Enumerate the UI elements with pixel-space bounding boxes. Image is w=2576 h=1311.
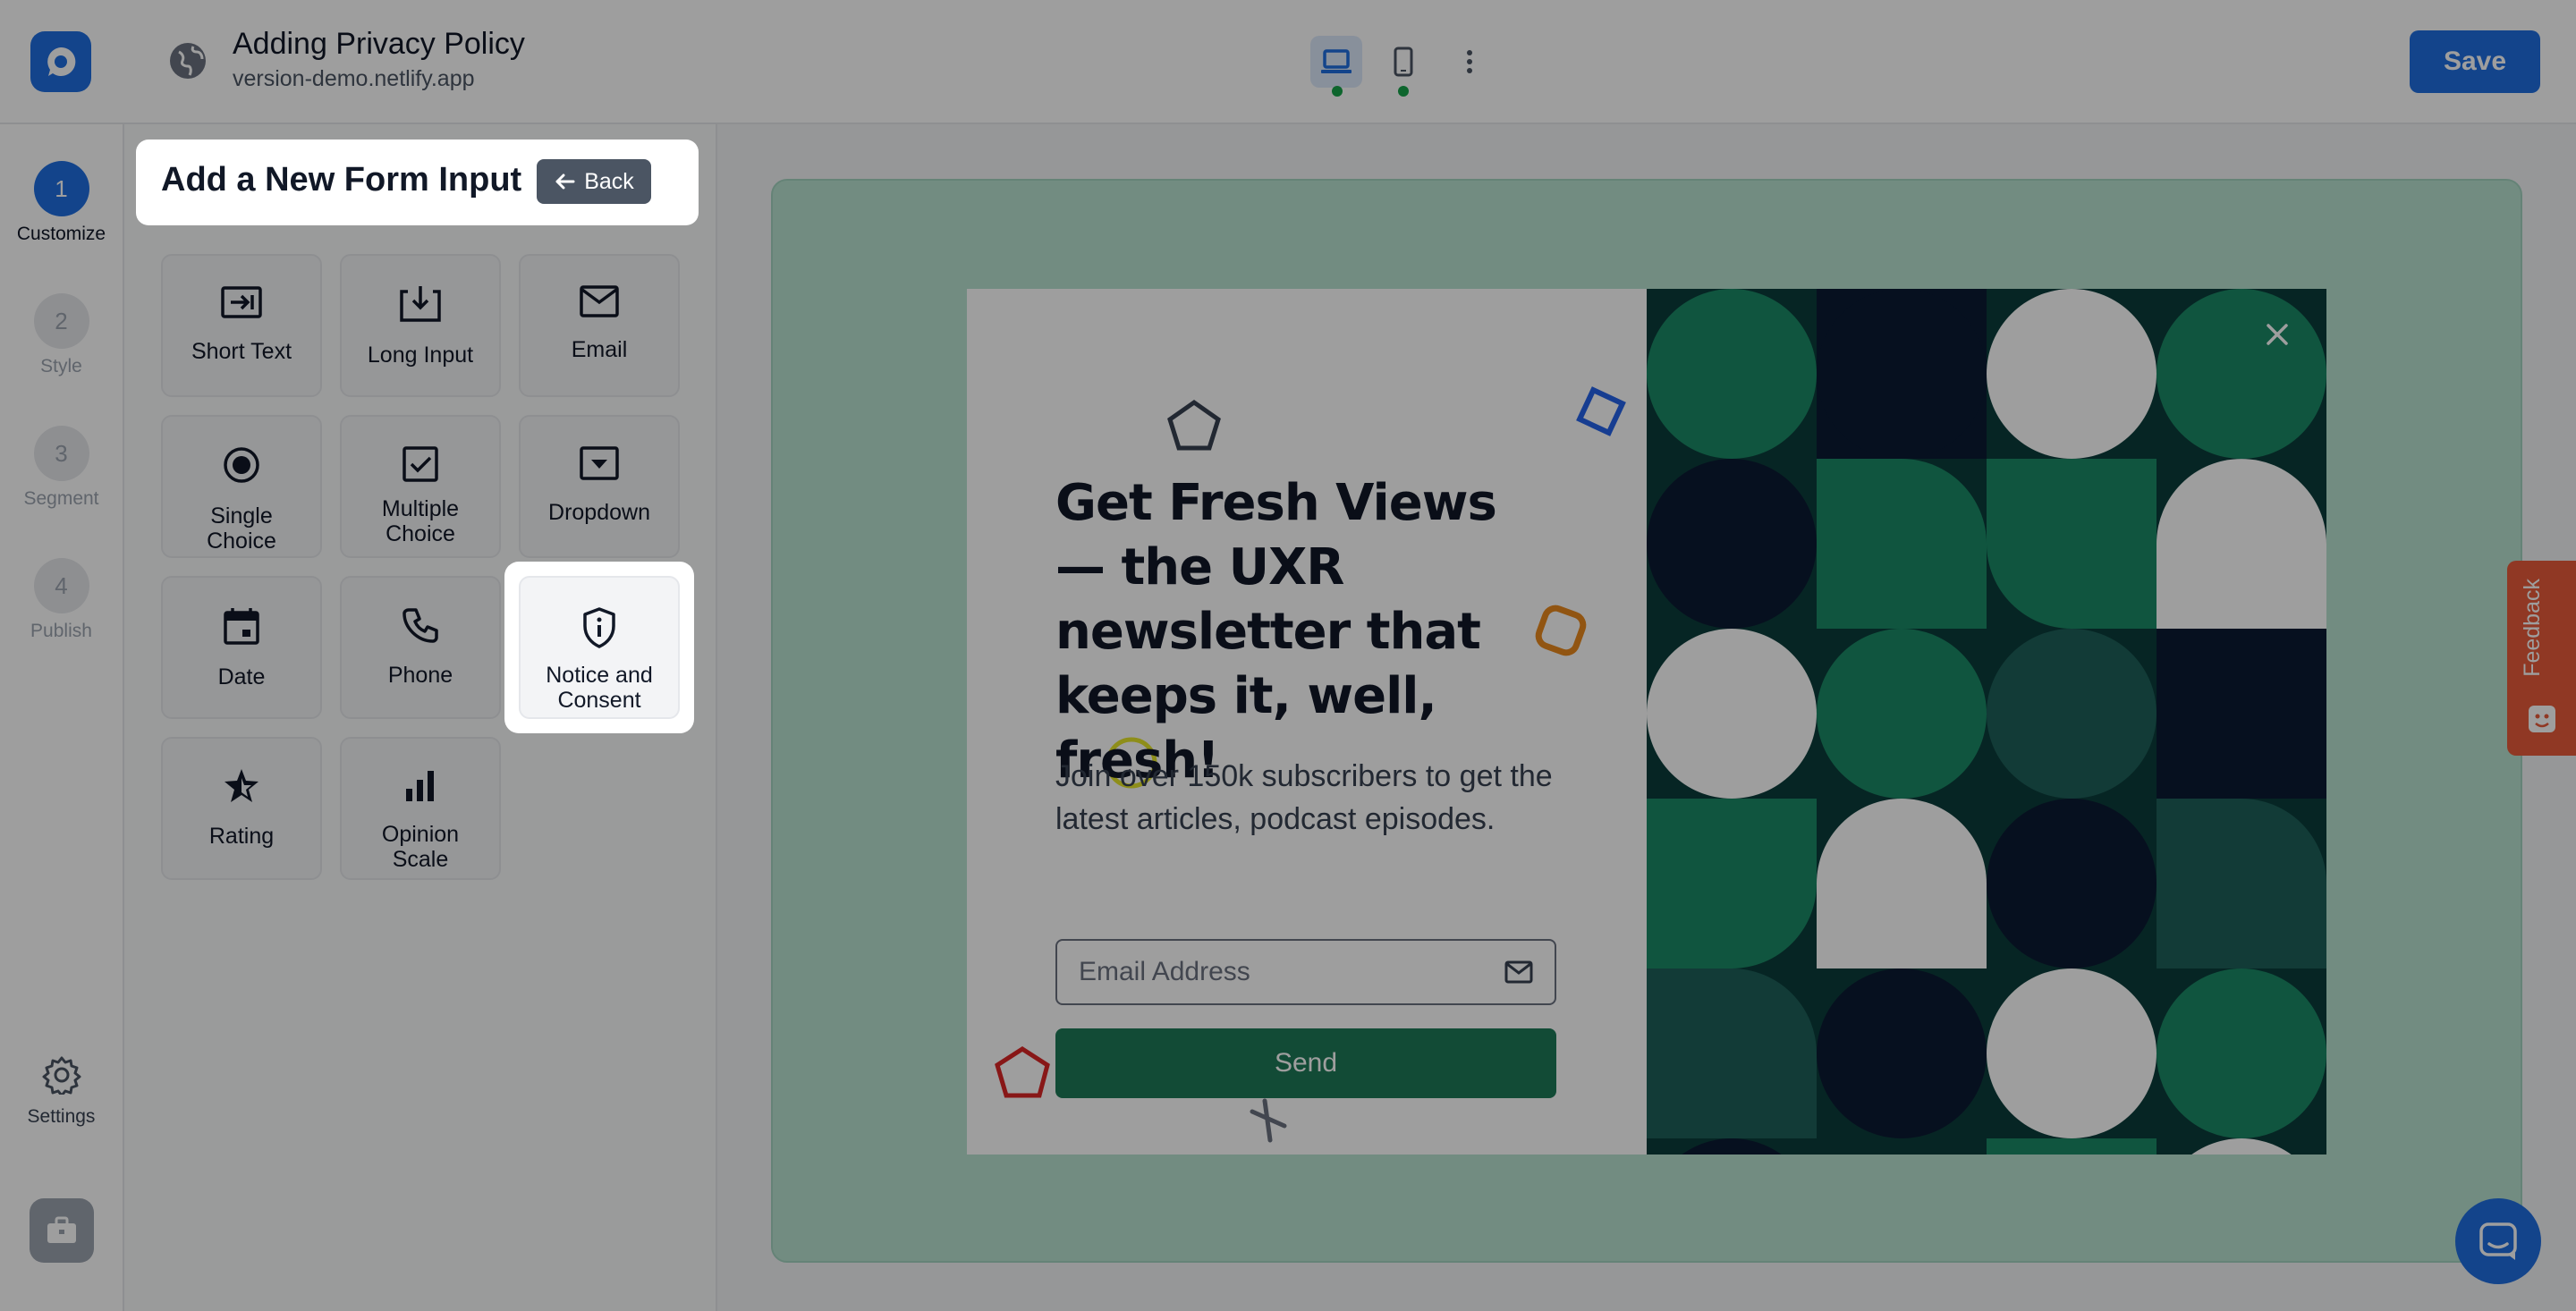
step-number: 4 bbox=[33, 558, 89, 613]
input-tile-single-choice[interactable]: Single Choice bbox=[161, 415, 322, 558]
panel-title: Add a New Form Input bbox=[161, 161, 522, 199]
desktop-status-dot bbox=[1332, 86, 1343, 97]
input-tile-label: Email bbox=[571, 337, 628, 362]
phone-device-icon bbox=[1394, 47, 1413, 77]
input-tile-label: Dropdown bbox=[548, 500, 650, 525]
input-tile-label: Notice and Consent bbox=[546, 663, 653, 713]
gear-icon bbox=[42, 1056, 80, 1097]
workspace-button[interactable] bbox=[30, 1198, 94, 1263]
input-tile-phone[interactable]: Phone bbox=[340, 576, 501, 719]
settings-label: Settings bbox=[27, 1106, 96, 1127]
red-pentagon-decoration-icon bbox=[995, 1046, 1050, 1098]
input-tile-date[interactable]: Date bbox=[161, 576, 322, 719]
top-bar bbox=[0, 0, 2576, 124]
phone-icon bbox=[402, 606, 439, 648]
input-tile-rating[interactable]: Rating bbox=[161, 737, 322, 880]
chat-face-icon bbox=[2529, 706, 2555, 732]
project-title: Adding Privacy Policy bbox=[233, 27, 525, 61]
chat-launcher-button[interactable] bbox=[2455, 1198, 2541, 1284]
briefcase-icon bbox=[47, 1216, 76, 1243]
bar-chart-icon bbox=[402, 767, 438, 808]
more-vertical-icon bbox=[1467, 50, 1472, 73]
back-button[interactable]: Back bbox=[537, 159, 651, 204]
email-icon bbox=[579, 284, 620, 323]
long-input-icon bbox=[399, 284, 442, 328]
pentagon-decoration-icon bbox=[1167, 399, 1221, 451]
chat-icon bbox=[2479, 1222, 2517, 1260]
input-tile-label: Rating bbox=[208, 824, 275, 849]
desktop-view-button[interactable] bbox=[1310, 36, 1362, 88]
shield-info-icon bbox=[580, 606, 618, 654]
save-button[interactable]: Save bbox=[2410, 30, 2540, 93]
more-options-button[interactable] bbox=[1444, 36, 1496, 88]
step-number: 2 bbox=[33, 293, 89, 349]
step-label: Customize bbox=[16, 224, 106, 244]
input-tile-email[interactable]: Email bbox=[519, 254, 680, 397]
dropdown-icon bbox=[579, 445, 620, 486]
back-label: Back bbox=[584, 168, 634, 194]
step-style[interactable]: 2 Style bbox=[0, 293, 123, 377]
mobile-view-button[interactable] bbox=[1377, 36, 1429, 88]
settings-button[interactable]: Settings bbox=[0, 1055, 123, 1128]
close-icon bbox=[2267, 324, 2288, 345]
step-label: Segment bbox=[23, 488, 99, 509]
checkbox-icon bbox=[402, 445, 439, 487]
input-tile-notice-and-consent[interactable]: Notice and Consent bbox=[519, 576, 680, 719]
calendar-icon bbox=[223, 606, 260, 650]
globe-icon bbox=[166, 39, 209, 82]
input-tile-short-text[interactable]: Short Text bbox=[161, 254, 322, 397]
input-tile-long-input[interactable]: Long Input bbox=[340, 254, 501, 397]
step-label: Style bbox=[40, 356, 82, 376]
email-field[interactable]: Email Address bbox=[1055, 939, 1556, 1005]
popup-pattern-image bbox=[1647, 289, 2326, 1155]
input-tile-label: Multiple Choice bbox=[381, 496, 460, 546]
popup-headline: Get Fresh Views — the UXR newsletter tha… bbox=[1055, 474, 1497, 790]
input-tile-label: Long Input bbox=[367, 343, 474, 368]
project-url: version-demo.netlify.app bbox=[233, 66, 475, 91]
input-tile-label: Short Text bbox=[191, 339, 292, 364]
input-tile-label: Date bbox=[217, 664, 266, 689]
input-tile-opinion-scale[interactable]: Opinion Scale bbox=[340, 737, 501, 880]
input-tile-label: Opinion Scale bbox=[381, 822, 460, 872]
step-number: 3 bbox=[33, 426, 89, 481]
diamond-decoration-icon bbox=[1576, 386, 1626, 436]
send-button[interactable]: Send bbox=[1055, 1028, 1556, 1098]
input-tile-dropdown[interactable]: Dropdown bbox=[519, 415, 680, 558]
cross-decoration-icon bbox=[1250, 1098, 1287, 1143]
popup-subtext: Join over 150k subscribers to get the la… bbox=[1055, 759, 1553, 836]
arrow-left-icon bbox=[555, 173, 575, 190]
radio-icon bbox=[222, 445, 261, 489]
input-tile-multiple-choice[interactable]: Multiple Choice bbox=[340, 415, 501, 558]
step-label: Publish bbox=[30, 621, 92, 641]
star-icon bbox=[223, 767, 260, 809]
close-popup-button[interactable] bbox=[2263, 320, 2292, 353]
step-publish[interactable]: 4 Publish bbox=[0, 558, 123, 642]
app-logo[interactable] bbox=[30, 31, 91, 92]
step-number: 1 bbox=[33, 161, 89, 216]
step-segment[interactable]: 3 Segment bbox=[0, 426, 123, 510]
mobile-status-dot bbox=[1398, 86, 1409, 97]
short-text-icon bbox=[220, 284, 263, 325]
mail-icon bbox=[1504, 960, 1533, 984]
laptop-icon bbox=[1321, 49, 1352, 73]
feedback-tab[interactable]: Feedback bbox=[2507, 561, 2576, 756]
step-customize[interactable]: 1 Customize bbox=[0, 161, 123, 245]
input-tile-label: Phone bbox=[387, 663, 453, 688]
feedback-label: Feedback bbox=[2520, 579, 2545, 677]
input-tile-label: Single Choice bbox=[207, 503, 276, 554]
email-placeholder: Email Address bbox=[1079, 957, 1250, 986]
